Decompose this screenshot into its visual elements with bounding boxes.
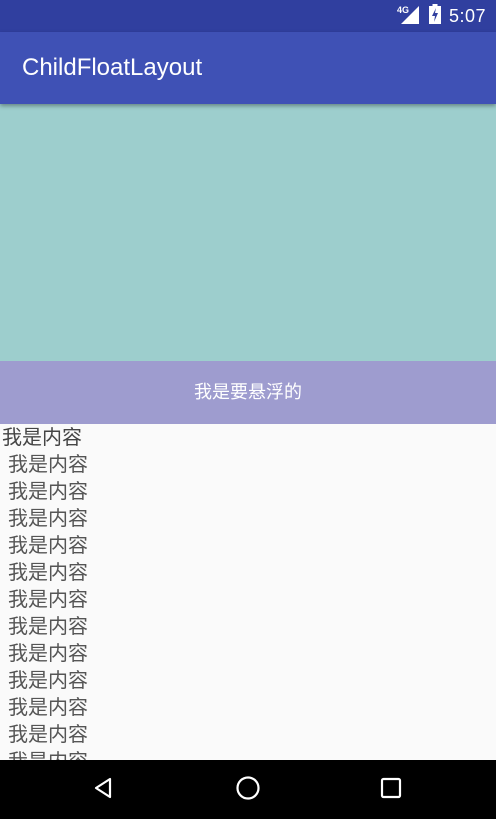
app-bar: ChildFloatLayout — [0, 32, 496, 104]
home-button[interactable] — [218, 760, 278, 819]
network-label: 4G — [397, 5, 409, 15]
status-bar: 4G 5:07 — [0, 0, 496, 32]
recents-icon — [380, 777, 402, 803]
float-bar[interactable]: 我是要悬浮的 — [0, 361, 496, 424]
list-item: 我是内容 — [8, 641, 88, 665]
list-item: 我是内容 — [8, 695, 88, 719]
list-item: 我是内容 — [8, 533, 88, 557]
home-icon — [235, 775, 261, 805]
app-title: ChildFloatLayout — [22, 54, 203, 81]
list-item: 我是内容 — [8, 506, 88, 530]
back-icon — [92, 776, 116, 804]
list-item: 我是内容 — [8, 668, 88, 692]
list-item: 我是内容 — [2, 425, 82, 449]
header-area — [0, 104, 496, 361]
list-item: 我是内容 — [8, 587, 88, 611]
list-item: 我是内容 — [8, 479, 88, 503]
signal-icon: 4G — [397, 4, 421, 28]
list-item: 我是内容 — [8, 722, 88, 746]
content-list[interactable]: 我是内容 我是内容 我是内容 我是内容 我是内容 我是内容 我是内容 我是内容 … — [0, 424, 496, 760]
battery-icon — [428, 4, 441, 28]
list-item: 我是内容 — [8, 614, 88, 638]
nav-bar — [0, 760, 496, 819]
recents-button[interactable] — [361, 760, 421, 819]
back-button[interactable] — [74, 760, 134, 819]
list-item: 我是内容 — [8, 452, 88, 476]
list-item: 我是内容 — [0, 748, 496, 760]
status-time: 5:07 — [448, 5, 486, 26]
list-item: 我是内容 — [8, 560, 88, 584]
float-bar-label: 我是要悬浮的 — [194, 382, 302, 403]
status-right: 4G 5:07 — [397, 0, 486, 32]
screen: 4G 5:07 ChildFloatLayout 我是要悬浮的 我是内容 我是内… — [0, 0, 496, 819]
